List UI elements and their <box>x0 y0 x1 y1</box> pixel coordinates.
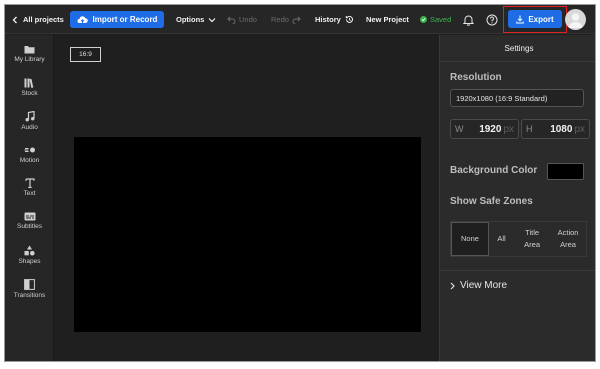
text-icon <box>24 178 35 188</box>
safe-zone-action-line2: Area <box>560 240 576 249</box>
sidebar-item-subtitles[interactable]: Subtitles <box>5 212 54 242</box>
sidebar-item-label: Transitions <box>13 292 46 299</box>
saved-status: Saved <box>420 5 451 34</box>
view-more-toggle[interactable]: View More <box>450 280 507 291</box>
motion-icon <box>24 147 35 153</box>
folder-icon <box>24 46 35 54</box>
safe-zone-all-label: All <box>497 234 506 243</box>
aspect-ratio-label: 16:9 <box>79 51 92 58</box>
sidebar-item-stock[interactable]: Stock <box>5 78 54 108</box>
left-sidebar: My Library Stock Audio Motion Text Subti… <box>5 35 54 361</box>
resolution-title: Resolution <box>450 72 502 83</box>
width-unit: px <box>503 123 514 135</box>
shapes-icon <box>24 245 35 256</box>
export-label: Export <box>528 14 554 24</box>
sidebar-item-my-library[interactable]: My Library <box>5 45 54 75</box>
new-project-button[interactable]: New Project <box>366 5 409 34</box>
sidebar-item-audio[interactable]: Audio <box>5 111 54 141</box>
sidebar-item-motion[interactable]: Motion <box>5 145 54 175</box>
new-project-label: New Project <box>366 15 409 24</box>
sidebar-item-text[interactable]: Text <box>5 178 54 208</box>
redo-icon <box>292 16 301 24</box>
width-label: W <box>455 124 464 134</box>
height-value: 1080 <box>550 123 573 135</box>
safe-zones-title: Show Safe Zones <box>450 196 533 207</box>
background-color-title: Background Color <box>450 165 538 176</box>
width-field[interactable]: W 1920 px <box>450 119 519 139</box>
settings-panel: Settings Resolution 1920x1080 (16:9 Stan… <box>439 35 595 361</box>
safe-zone-title-area[interactable]: Title Area <box>514 222 550 256</box>
safe-zone-title-line1: Title <box>525 228 540 237</box>
check-icon <box>420 16 427 23</box>
undo-button[interactable]: Undo <box>227 5 257 34</box>
redo-button[interactable]: Redo <box>271 5 301 34</box>
history-icon <box>345 15 353 23</box>
canvas-area: 16:9 <box>55 35 439 361</box>
chevron-right-icon <box>450 282 455 289</box>
top-bar: All projects Import or Record Options Un… <box>5 5 595 34</box>
safe-zone-none[interactable]: None <box>451 222 489 256</box>
height-label: H <box>526 124 533 134</box>
safe-zones-toggle: None All Title Area Action Area <box>450 221 587 257</box>
resolution-select[interactable]: 1920x1080 (16:9 Standard) <box>450 89 584 107</box>
background-color-swatch[interactable] <box>547 163 584 180</box>
redo-label: Redo <box>271 15 289 24</box>
view-more-label: View More <box>460 280 508 291</box>
sidebar-item-label: Audio <box>21 124 38 131</box>
safe-zone-title-line2: Area <box>524 240 540 249</box>
all-projects-label: All projects <box>23 15 64 24</box>
editor-window: All projects Import or Record Options Un… <box>4 4 596 362</box>
stock-icon <box>24 78 34 88</box>
sidebar-item-label: Text <box>23 190 36 197</box>
safe-zone-none-label: None <box>461 234 479 243</box>
undo-label: Undo <box>239 15 257 24</box>
sidebar-item-label: Subtitles <box>17 223 42 230</box>
user-avatar-icon <box>568 13 583 28</box>
history-button[interactable]: History <box>315 5 354 34</box>
cloud-upload-icon <box>77 16 88 24</box>
notifications-button[interactable] <box>463 5 474 34</box>
height-field[interactable]: H 1080 px <box>521 119 590 139</box>
width-value: 1920 <box>479 123 502 135</box>
sidebar-item-label: Stock <box>21 90 38 97</box>
help-icon <box>486 14 498 25</box>
safe-zone-action-line1: Action <box>557 228 579 237</box>
chevron-left-icon <box>12 16 17 23</box>
all-projects-link[interactable]: All projects <box>12 5 64 34</box>
history-label: History <box>315 15 341 24</box>
safe-zone-all[interactable]: All <box>489 222 514 256</box>
transitions-icon <box>24 279 35 290</box>
aspect-ratio-badge[interactable]: 16:9 <box>70 47 101 62</box>
avatar[interactable] <box>565 9 586 30</box>
music-note-icon <box>25 111 35 122</box>
sidebar-item-label: Motion <box>19 157 40 164</box>
height-unit: px <box>574 123 585 135</box>
sidebar-item-label: My Library <box>14 56 45 63</box>
options-label: Options <box>176 15 205 24</box>
import-record-button[interactable]: Import or Record <box>70 11 164 28</box>
saved-label: Saved <box>430 15 452 24</box>
settings-header: Settings <box>440 35 595 62</box>
export-button[interactable]: Export <box>508 10 562 28</box>
help-button[interactable] <box>486 5 498 34</box>
sidebar-item-label: Shapes <box>18 258 41 265</box>
sidebar-item-transitions[interactable]: Transitions <box>5 279 54 309</box>
panel-divider <box>440 270 595 271</box>
bell-icon <box>463 15 474 26</box>
video-canvas[interactable] <box>74 137 421 332</box>
subtitles-icon <box>24 212 35 221</box>
sidebar-item-shapes[interactable]: Shapes <box>5 245 54 275</box>
resolution-value: 1920x1080 (16:9 Standard) <box>456 93 548 103</box>
download-icon <box>516 15 525 23</box>
undo-icon <box>227 16 236 24</box>
import-record-label: Import or Record <box>92 15 158 24</box>
chevron-down-icon <box>208 17 216 22</box>
options-menu[interactable]: Options <box>176 5 216 34</box>
settings-title: Settings <box>504 43 534 53</box>
safe-zone-action-area[interactable]: Action Area <box>550 222 586 256</box>
